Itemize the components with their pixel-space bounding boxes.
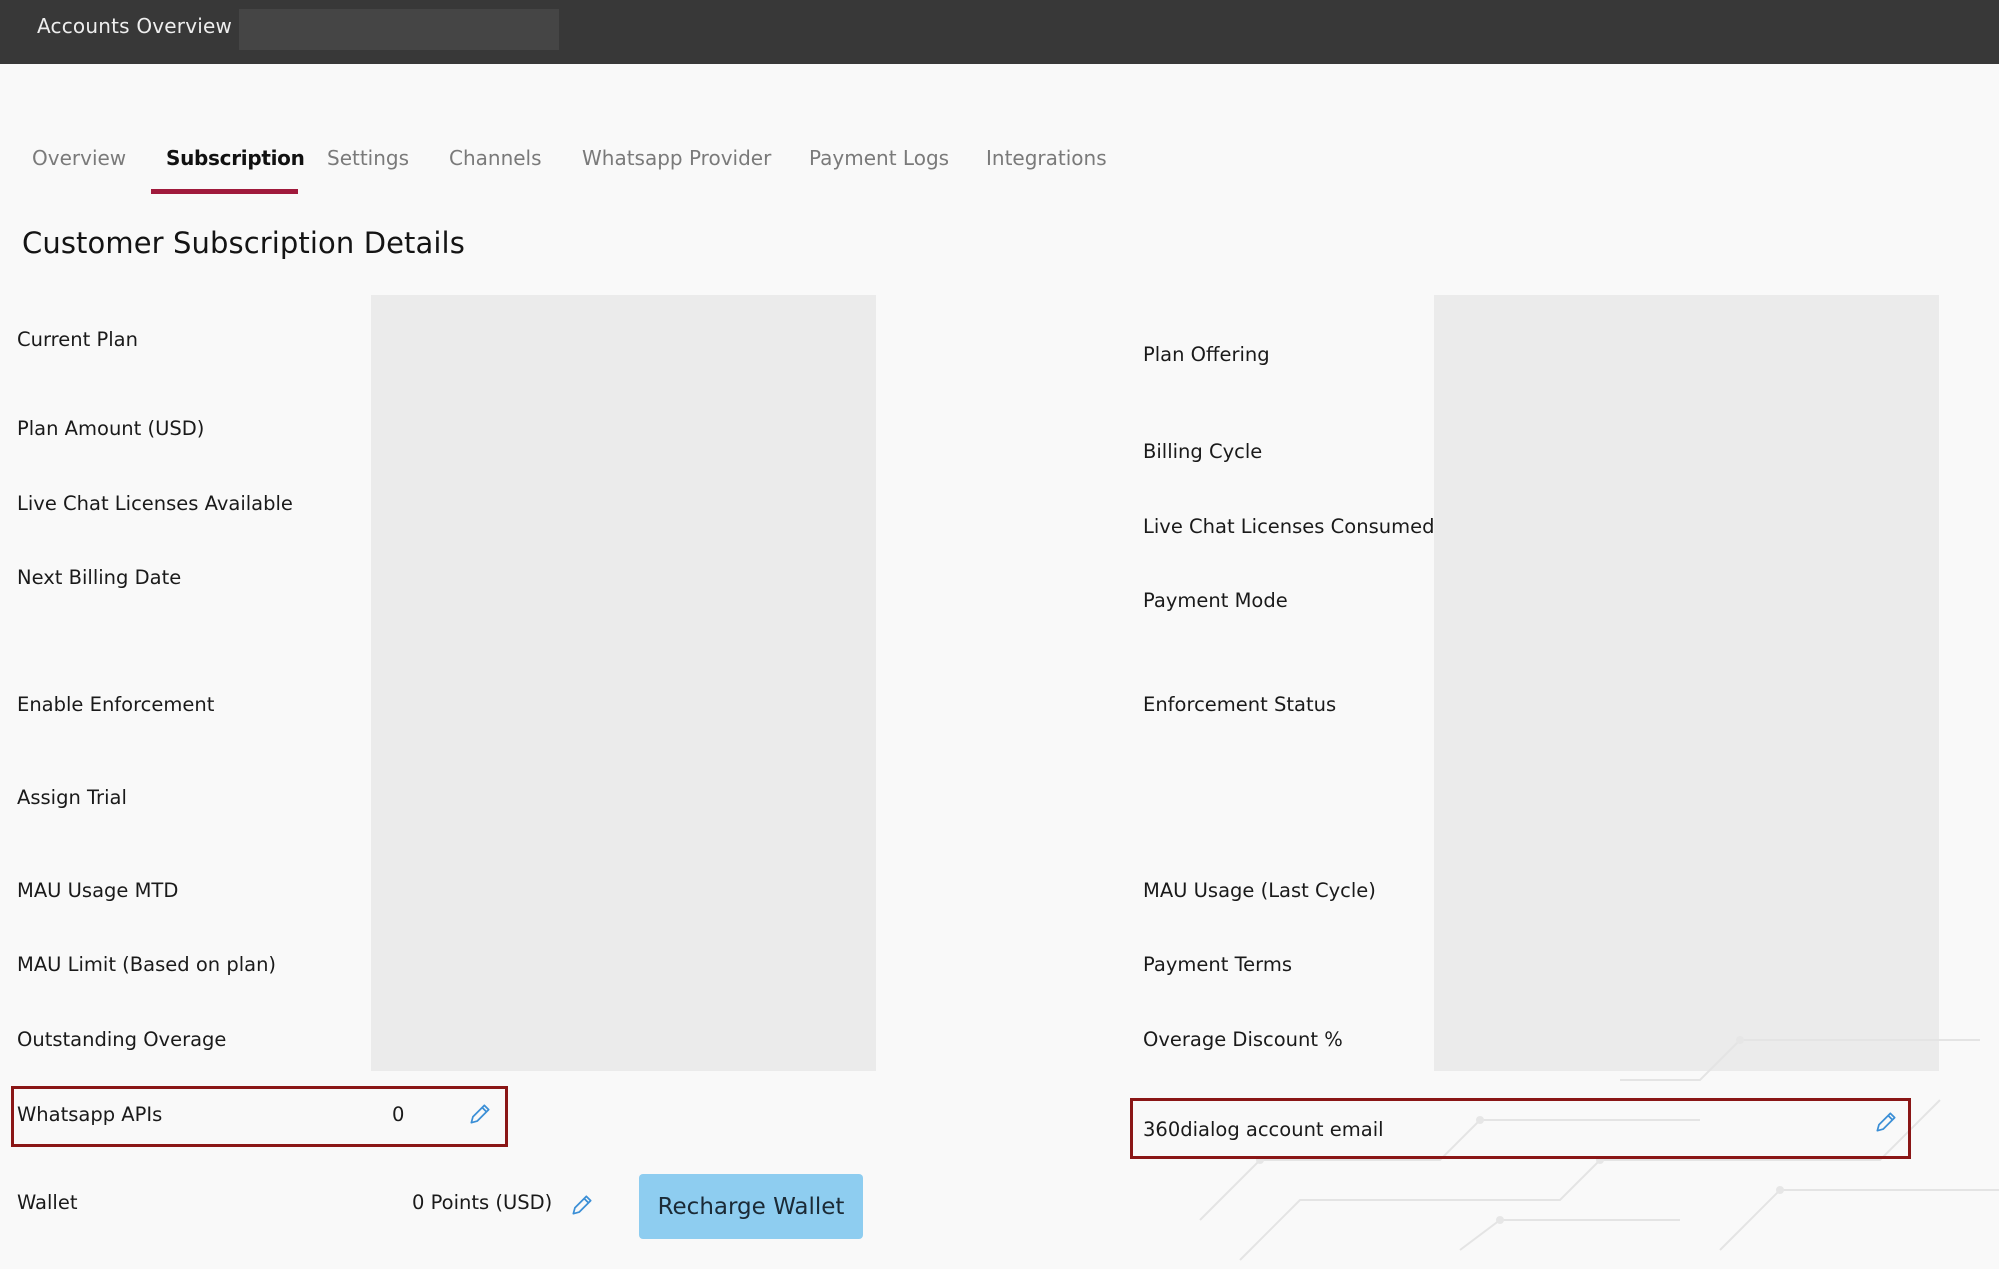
field-label-billing-cycle: Billing Cycle [1143, 440, 1263, 463]
field-label-mau-usage-mtd: MAU Usage MTD [17, 879, 179, 902]
field-label-live-chat-licenses-available: Live Chat Licenses Available [17, 492, 293, 515]
wallet-value: 0 Points (USD) [412, 1191, 553, 1214]
field-label-outstanding-overage: Outstanding Overage [17, 1028, 227, 1051]
field-label-plan-offering: Plan Offering [1143, 343, 1270, 366]
tab-payment-logs[interactable]: Payment Logs [809, 146, 949, 192]
recharge-wallet-button[interactable]: Recharge Wallet [639, 1174, 863, 1239]
field-label-overage-discount: Overage Discount % [1143, 1028, 1343, 1051]
breadcrumb: Accounts Overview / [37, 14, 247, 38]
top-bar: Accounts Overview / [0, 0, 1999, 64]
pencil-icon[interactable] [467, 1101, 493, 1127]
tab-integrations[interactable]: Integrations [986, 146, 1107, 192]
tab-whatsapp-provider[interactable]: Whatsapp Provider [582, 146, 771, 192]
field-label-mau-limit: MAU Limit (Based on plan) [17, 953, 277, 976]
tab-channels[interactable]: Channels [449, 146, 542, 192]
field-label-enable-enforcement: Enable Enforcement [17, 693, 215, 716]
field-label-current-plan: Current Plan [17, 328, 138, 351]
tab-subscription[interactable]: Subscription [166, 146, 305, 192]
field-label-payment-mode: Payment Mode [1143, 589, 1288, 612]
right-values-redacted [1434, 295, 1939, 1071]
field-label-next-billing-date: Next Billing Date [17, 566, 182, 589]
field-label-live-chat-licenses-consumed: Live Chat Licenses Consumed [1143, 515, 1435, 538]
tab-settings[interactable]: Settings [327, 146, 409, 192]
pencil-icon[interactable] [569, 1192, 595, 1218]
field-label-mau-usage-last-cycle: MAU Usage (Last Cycle) [1143, 879, 1376, 902]
field-label-payment-terms: Payment Terms [1143, 953, 1292, 976]
field-label-whatsapp-apis: Whatsapp APIs [17, 1103, 163, 1126]
field-label-enforcement-status: Enforcement Status [1143, 693, 1337, 716]
field-label-plan-amount: Plan Amount (USD) [17, 417, 205, 440]
pencil-icon[interactable] [1873, 1109, 1899, 1135]
field-label-360dialog-email: 360dialog account email [1143, 1118, 1384, 1141]
left-values-redacted [371, 295, 876, 1071]
section-title: Customer Subscription Details [22, 226, 465, 260]
tab-bar: Overview Subscription Settings Channels … [0, 136, 1200, 196]
whatsapp-apis-value: 0 [392, 1103, 405, 1126]
active-tab-indicator [151, 189, 298, 194]
breadcrumb-accounts-overview-link[interactable]: Accounts Overview [37, 14, 232, 38]
tab-overview[interactable]: Overview [32, 146, 126, 192]
breadcrumb-account-name-redacted [239, 9, 559, 50]
field-label-assign-trial: Assign Trial [17, 786, 127, 809]
field-label-wallet: Wallet [17, 1191, 78, 1214]
